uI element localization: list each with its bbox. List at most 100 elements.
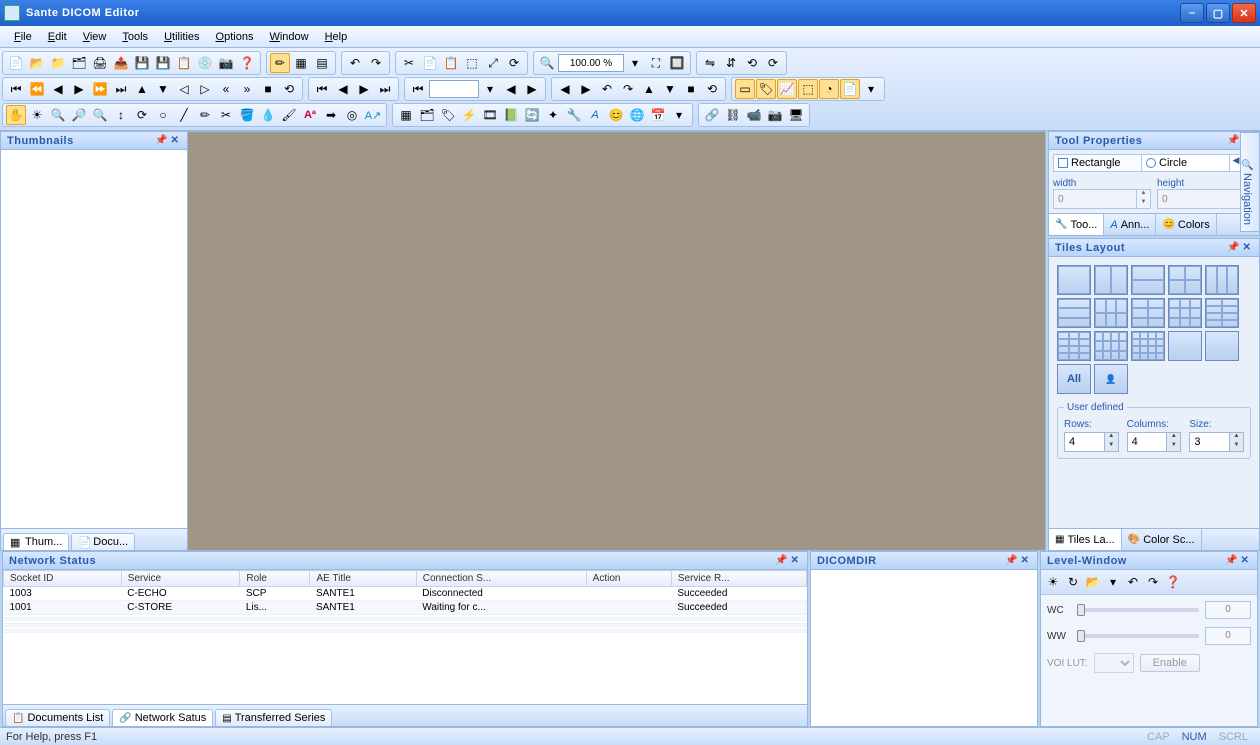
cine-next-icon[interactable]: ▶: [354, 79, 374, 99]
star-icon[interactable]: ✦: [543, 105, 563, 125]
cam-icon[interactable]: 📷: [765, 105, 785, 125]
frame-prev-icon[interactable]: ◀: [501, 79, 521, 99]
close-icon[interactable]: ✕: [1019, 555, 1031, 567]
tile-all[interactable]: All: [1057, 364, 1091, 394]
tab-network-status[interactable]: 🔗Network Satus: [112, 709, 213, 726]
menu-tools[interactable]: Tools: [114, 29, 156, 45]
crop-tool-icon[interactable]: ✂: [216, 105, 236, 125]
menu-edit[interactable]: Edit: [40, 29, 75, 45]
export-icon[interactable]: 📤: [111, 53, 131, 73]
lw-sun-icon[interactable]: ☀: [1044, 573, 1062, 591]
minimize-button[interactable]: –: [1180, 3, 1204, 23]
tile-2x1[interactable]: [1131, 265, 1165, 295]
close-button[interactable]: ✕: [1232, 3, 1256, 23]
tab-color-scheme[interactable]: 🎨Color Sc...: [1122, 529, 1202, 550]
series-prev-icon[interactable]: ◀: [555, 79, 575, 99]
link-icon[interactable]: 🔗: [702, 105, 722, 125]
table-header[interactable]: Action: [586, 571, 671, 587]
menu-view[interactable]: View: [75, 29, 115, 45]
canvas-area[interactable]: [188, 131, 1046, 551]
nav-prev-fast-icon[interactable]: ⏪: [27, 79, 47, 99]
doc-green-icon[interactable]: 📗: [501, 105, 521, 125]
italic-a-icon[interactable]: A: [585, 105, 605, 125]
lw-reset-icon[interactable]: ↻: [1064, 573, 1082, 591]
series-stop-icon[interactable]: ■: [681, 79, 701, 99]
target-icon[interactable]: ◎: [342, 105, 362, 125]
table-header[interactable]: AE Title: [310, 571, 416, 587]
frame-input[interactable]: [429, 80, 479, 98]
nav-next-fast-icon[interactable]: ⏩: [90, 79, 110, 99]
frame-next-icon[interactable]: ▶: [522, 79, 542, 99]
navigation-tab[interactable]: 🔍 Navigation: [1240, 132, 1260, 232]
table-header[interactable]: Role: [240, 571, 310, 587]
pin-icon[interactable]: 📌: [775, 555, 787, 567]
tile-4x2[interactable]: [1205, 298, 1239, 328]
pin-icon[interactable]: 📌: [1227, 242, 1239, 254]
rotate-icon[interactable]: ⟳: [504, 53, 524, 73]
video-icon[interactable]: 📹: [744, 105, 764, 125]
zoom-fit-icon[interactable]: ⛶: [646, 53, 666, 73]
lw-help-icon[interactable]: ❓: [1164, 573, 1182, 591]
cursor-tool-icon[interactable]: ✏: [270, 53, 290, 73]
face-icon[interactable]: 😊: [606, 105, 626, 125]
close-icon[interactable]: ✕: [789, 555, 801, 567]
lw-redo-icon[interactable]: ↷: [1144, 573, 1162, 591]
tag-icon[interactable]: 🏷: [438, 105, 458, 125]
flip-h-icon[interactable]: ⇋: [700, 53, 720, 73]
reg-drop-icon[interactable]: ▾: [861, 79, 881, 99]
wand-icon[interactable]: ⚡: [459, 105, 479, 125]
zoom-input[interactable]: [558, 54, 624, 72]
tile-2x3[interactable]: [1094, 298, 1128, 328]
zoom-tool-icon[interactable]: 🔍: [537, 53, 557, 73]
size-input[interactable]: [1190, 433, 1229, 451]
height-input[interactable]: [1158, 190, 1240, 208]
table-header[interactable]: Connection S...: [416, 571, 586, 587]
close-icon[interactable]: ✕: [1241, 242, 1253, 254]
close-icon[interactable]: ✕: [1239, 555, 1251, 567]
sync-icon[interactable]: 🔄: [522, 105, 542, 125]
nav-prev-icon[interactable]: ◀: [48, 79, 68, 99]
zoom-actual-icon[interactable]: 🔲: [667, 53, 687, 73]
redo-icon[interactable]: ↷: [366, 53, 386, 73]
save-all-icon[interactable]: 💾: [153, 53, 173, 73]
tile-1x1[interactable]: [1057, 265, 1091, 295]
pin-icon[interactable]: 📌: [1227, 135, 1239, 147]
folder-icon[interactable]: 📁: [48, 53, 68, 73]
enable-button[interactable]: Enable: [1140, 654, 1200, 672]
cd-icon[interactable]: 💿: [195, 53, 215, 73]
cal-drop-icon[interactable]: ▾: [669, 105, 689, 125]
save-icon[interactable]: 💾: [132, 53, 152, 73]
tile-3x4[interactable]: [1094, 331, 1128, 361]
width-input[interactable]: [1054, 190, 1136, 208]
series-undo-icon[interactable]: ↶: [597, 79, 617, 99]
pencil-icon[interactable]: ✏: [195, 105, 215, 125]
line-icon[interactable]: ╱: [174, 105, 194, 125]
copy2-icon[interactable]: 📄: [420, 53, 440, 73]
arrow-icon[interactable]: ➡: [321, 105, 341, 125]
lw-drop-icon[interactable]: ▾: [1104, 573, 1122, 591]
tab-documents[interactable]: 📄Docu...: [71, 533, 135, 550]
tile-3x1[interactable]: [1057, 298, 1091, 328]
resize-icon[interactable]: ⤢: [483, 53, 503, 73]
rotate-r-icon[interactable]: ⟳: [763, 53, 783, 73]
tile-4x4[interactable]: [1131, 331, 1165, 361]
nav-stop-icon[interactable]: ■: [258, 79, 278, 99]
tile-1x2[interactable]: [1094, 265, 1128, 295]
tile-3x3[interactable]: [1168, 298, 1202, 328]
table-row[interactable]: 1001C-STORELis...SANTE1Waiting for c...S…: [4, 601, 807, 615]
tile-5x5[interactable]: [1205, 331, 1239, 361]
cal-icon[interactable]: 📅: [648, 105, 668, 125]
menu-window[interactable]: Window: [261, 29, 316, 45]
lw-open-icon[interactable]: 📂: [1084, 573, 1102, 591]
tile-1x3[interactable]: [1205, 265, 1239, 295]
tab-tiles-layout[interactable]: ▦Tiles La...: [1049, 529, 1122, 550]
zoom-region-icon[interactable]: 🔎: [69, 105, 89, 125]
series-loop-icon[interactable]: ⟲: [702, 79, 722, 99]
table-header[interactable]: Socket ID: [4, 571, 122, 587]
reg-pie-icon[interactable]: ◔: [819, 79, 839, 99]
tab-colors[interactable]: 😊Colors: [1156, 214, 1216, 235]
new-icon[interactable]: 📄: [6, 53, 26, 73]
annot-icon[interactable]: A↗: [363, 105, 383, 125]
copy-icon[interactable]: 📋: [174, 53, 194, 73]
table-icon[interactable]: ▦: [396, 105, 416, 125]
